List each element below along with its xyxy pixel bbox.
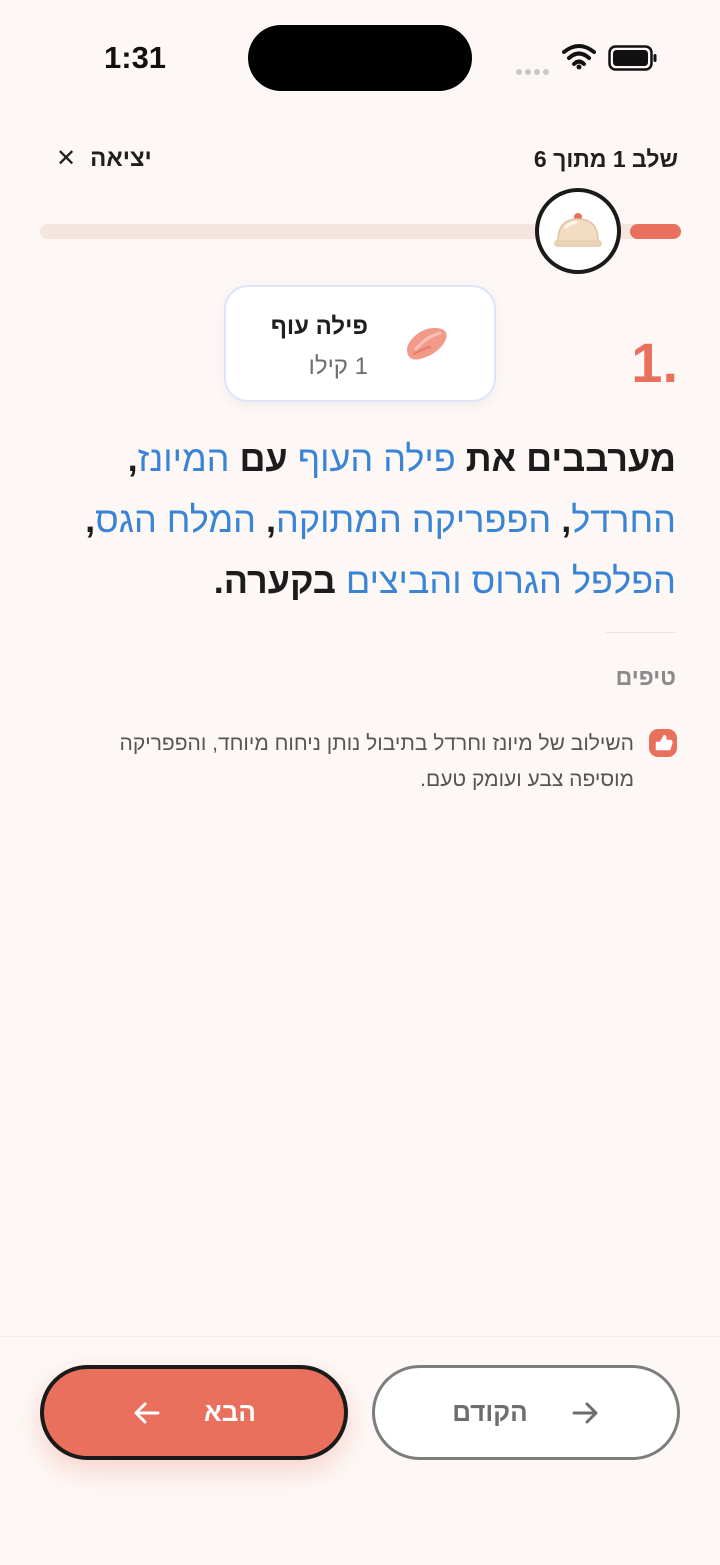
- previous-label: הקודם: [452, 1397, 528, 1427]
- progress-fill: [629, 224, 681, 239]
- close-icon: ✕: [56, 145, 77, 172]
- ingredient-link[interactable]: המלח הגס: [95, 499, 256, 540]
- ingredient-quantity: 1 קילו: [308, 353, 368, 380]
- status-bar: 1:31: [0, 0, 720, 120]
- ingredient-name: פילה עוף: [270, 313, 368, 340]
- thumbs-up-icon: [649, 729, 677, 757]
- ingredient-link[interactable]: המיונז: [138, 438, 230, 479]
- battery-icon: [608, 45, 657, 71]
- ingredient-card[interactable]: פילה עוף 1 קילו: [224, 285, 496, 402]
- tips-title: טיפים: [615, 664, 676, 690]
- step-number: 1.: [631, 331, 678, 394]
- instruction-text: ,: [256, 499, 277, 540]
- step-instruction: מערבבים את פילה העוף עם המיונז, החרדל, ה…: [36, 428, 676, 611]
- cellular-signal-icon: [516, 60, 552, 75]
- exit-label: יציאה: [90, 144, 152, 172]
- wifi-icon: [562, 44, 596, 70]
- ingredient-link[interactable]: החרדל: [571, 499, 676, 540]
- instruction-text: עם: [229, 438, 298, 479]
- arrow-right-icon: [572, 1402, 598, 1423]
- step-counter: שלב 1 מתוך 6: [533, 146, 678, 172]
- dynamic-island: [248, 25, 472, 91]
- instruction-text: ,: [551, 499, 572, 540]
- tip-item: השילוב של מיונז וחרדל בתיבול נותן ניחוח …: [80, 726, 680, 798]
- chicken-breast-icon: [407, 327, 447, 360]
- cooking-step-header: שלב 1 מתוך 6 ✕ יציאה: [0, 140, 720, 184]
- divider: [606, 632, 676, 633]
- progress-knob: [535, 188, 621, 274]
- ingredient-link[interactable]: פילה העוף: [298, 438, 456, 479]
- arrow-left-icon: [134, 1402, 160, 1423]
- serving-cloche-icon: [554, 213, 602, 247]
- next-button[interactable]: הבא: [40, 1365, 348, 1460]
- status-time: 1:31: [104, 40, 167, 75]
- previous-button[interactable]: הקודם: [372, 1365, 680, 1460]
- next-label: הבא: [204, 1397, 256, 1427]
- instruction-text: בקערה.: [213, 560, 346, 601]
- instruction-text: ,: [85, 499, 96, 540]
- instruction-text: מערבבים את: [455, 438, 676, 479]
- ingredient-link[interactable]: הפפריקה המתוקה: [276, 499, 551, 540]
- instruction-text: ,: [127, 438, 138, 479]
- ingredient-link[interactable]: והביצים: [346, 560, 462, 601]
- exit-button[interactable]: ✕ יציאה: [56, 144, 152, 173]
- instruction-text: [462, 560, 472, 601]
- tip-text: השילוב של מיונז וחרדל בתיבול נותן ניחוח …: [119, 732, 634, 791]
- ingredient-link[interactable]: הפלפל הגרוס: [472, 560, 676, 601]
